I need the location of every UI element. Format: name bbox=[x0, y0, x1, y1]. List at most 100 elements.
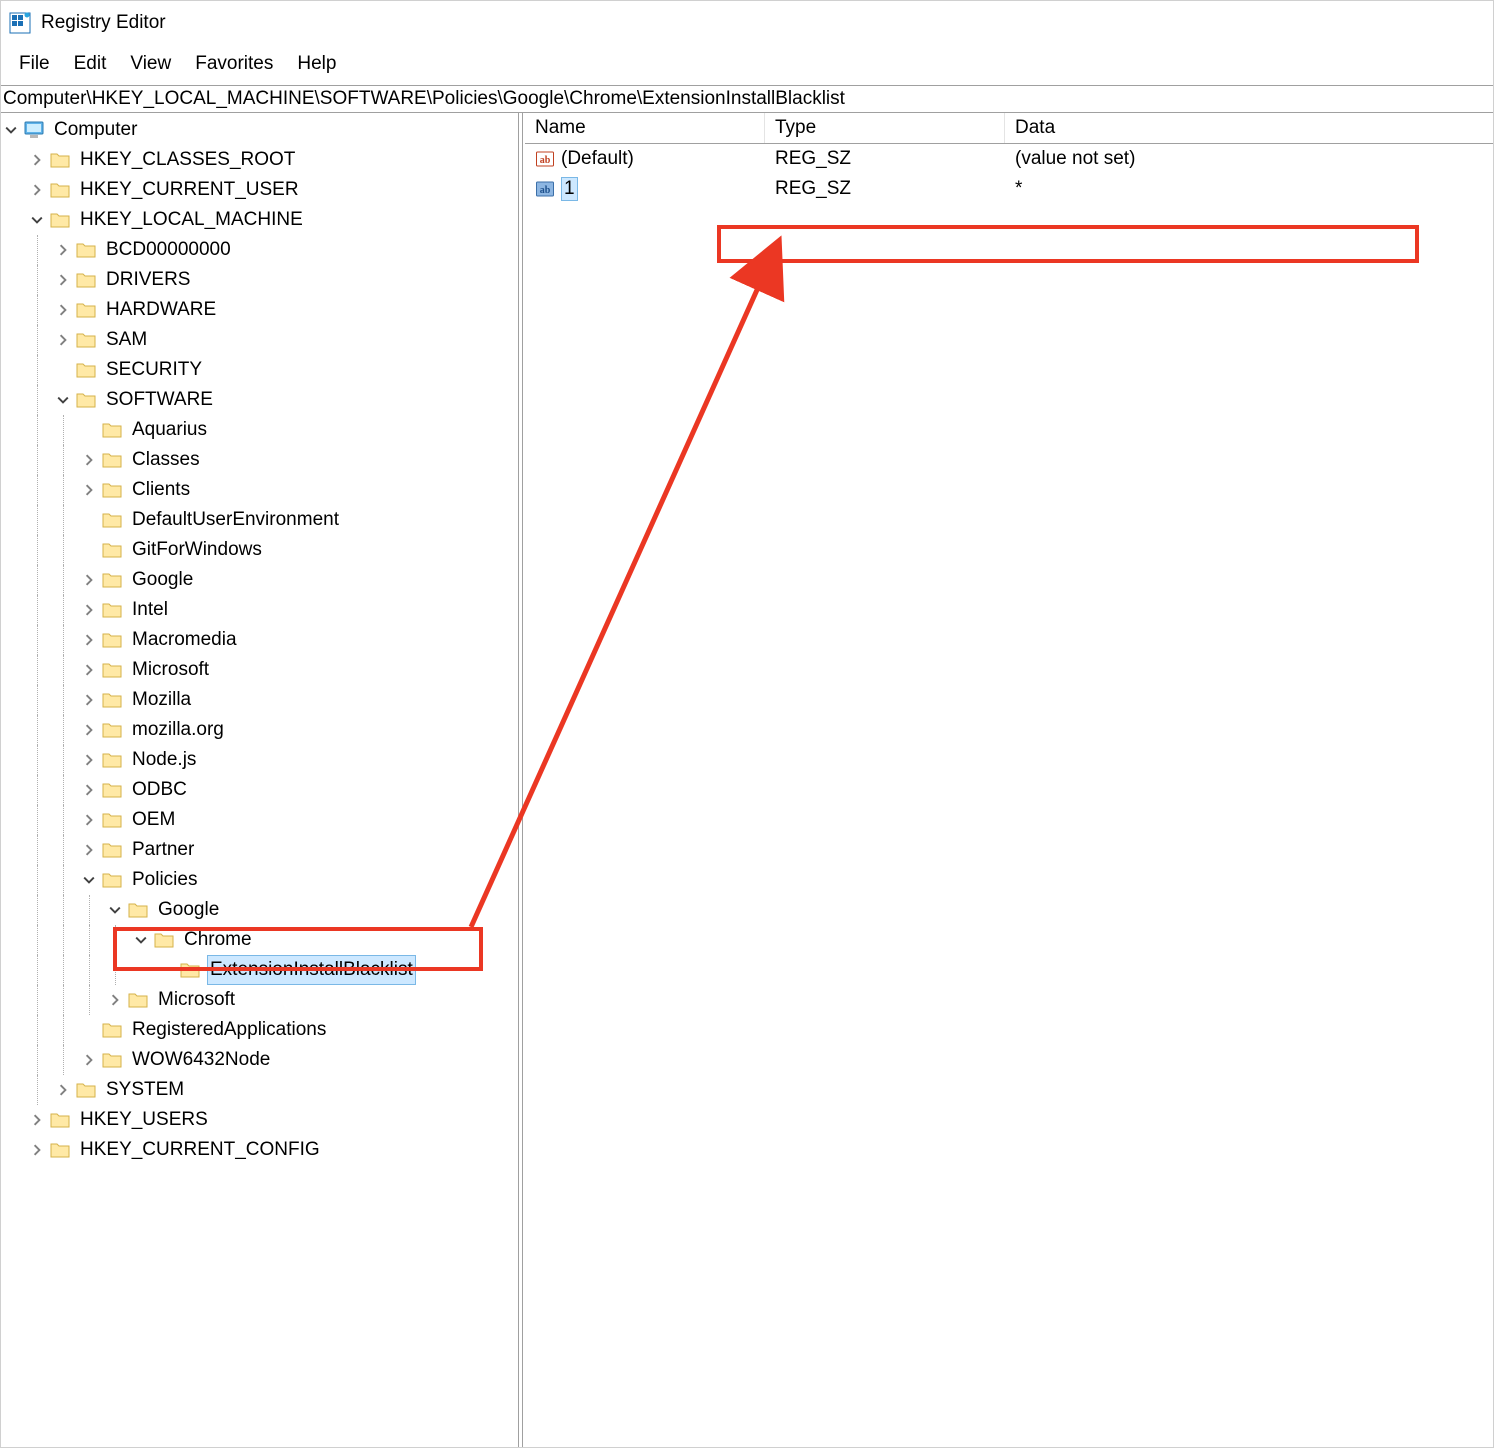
chevron-right-icon[interactable] bbox=[55, 332, 71, 348]
folder-icon bbox=[101, 869, 123, 891]
tree-item[interactable]: OEM bbox=[3, 805, 515, 835]
chevron-right-icon[interactable] bbox=[81, 722, 97, 738]
folder-icon bbox=[101, 479, 123, 501]
tree-item[interactable]: SOFTWARE bbox=[3, 385, 515, 415]
tree-item[interactable]: Policies bbox=[3, 865, 515, 895]
chevron-right-icon[interactable] bbox=[81, 662, 97, 678]
tree-item[interactable]: SYSTEM bbox=[3, 1075, 515, 1105]
values-pane[interactable]: Name Type Data ab(Default)REG_SZ(value n… bbox=[525, 113, 1493, 1447]
tree-item[interactable]: Macromedia bbox=[3, 625, 515, 655]
chevron-right-icon[interactable] bbox=[81, 602, 97, 618]
tree-item[interactable]: Classes bbox=[3, 445, 515, 475]
folder-icon bbox=[101, 539, 123, 561]
tree-item[interactable]: GitForWindows bbox=[3, 535, 515, 565]
menu-favorites[interactable]: Favorites bbox=[183, 49, 285, 79]
tree-item[interactable]: Computer bbox=[3, 115, 515, 145]
chevron-right-icon[interactable] bbox=[81, 1052, 97, 1068]
chevron-down-icon[interactable] bbox=[81, 872, 97, 888]
reg-sz-icon: ab bbox=[535, 149, 555, 169]
tree-item-label: Partner bbox=[129, 836, 197, 864]
menu-view[interactable]: View bbox=[118, 49, 183, 79]
chevron-right-icon[interactable] bbox=[29, 182, 45, 198]
tree-item-label: SECURITY bbox=[103, 356, 205, 384]
tree-item[interactable]: Microsoft bbox=[3, 655, 515, 685]
tree-item[interactable]: Node.js bbox=[3, 745, 515, 775]
chevron-right-icon[interactable] bbox=[81, 482, 97, 498]
tree-item-label: SOFTWARE bbox=[103, 386, 216, 414]
tree-item[interactable]: Mozilla bbox=[3, 685, 515, 715]
folder-icon bbox=[49, 149, 71, 171]
value-row[interactable]: ab1REG_SZ* bbox=[525, 174, 1493, 204]
tree-item[interactable]: ODBC bbox=[3, 775, 515, 805]
tree-item[interactable]: mozilla.org bbox=[3, 715, 515, 745]
folder-icon bbox=[49, 1139, 71, 1161]
chevron-right-icon[interactable] bbox=[81, 812, 97, 828]
chevron-right-icon[interactable] bbox=[55, 272, 71, 288]
folder-icon bbox=[101, 719, 123, 741]
tree-item[interactable]: Microsoft bbox=[3, 985, 515, 1015]
chevron-right-icon[interactable] bbox=[81, 572, 97, 588]
col-name[interactable]: Name bbox=[525, 113, 765, 143]
chevron-right-icon[interactable] bbox=[107, 992, 123, 1008]
tree-item[interactable]: HKEY_LOCAL_MACHINE bbox=[3, 205, 515, 235]
tree-item-label: Google bbox=[129, 566, 196, 594]
chevron-down-icon[interactable] bbox=[107, 902, 123, 918]
chevron-right-icon[interactable] bbox=[29, 152, 45, 168]
chevron-right-icon[interactable] bbox=[81, 632, 97, 648]
menu-edit[interactable]: Edit bbox=[62, 49, 119, 79]
tree-item[interactable]: DefaultUserEnvironment bbox=[3, 505, 515, 535]
chevron-down-icon[interactable] bbox=[29, 212, 45, 228]
tree-item[interactable]: Clients bbox=[3, 475, 515, 505]
tree-item[interactable]: HKEY_CURRENT_CONFIG bbox=[3, 1135, 515, 1165]
tree-item-label: ODBC bbox=[129, 776, 190, 804]
chevron-right-icon[interactable] bbox=[55, 302, 71, 318]
tree-item-label: HKEY_CURRENT_CONFIG bbox=[77, 1136, 323, 1164]
folder-icon bbox=[101, 1019, 123, 1041]
chevron-right-icon[interactable] bbox=[81, 782, 97, 798]
splitter[interactable] bbox=[517, 113, 525, 1447]
tree-item[interactable]: WOW6432Node bbox=[3, 1045, 515, 1075]
tree-item-label: Macromedia bbox=[129, 626, 240, 654]
col-type[interactable]: Type bbox=[765, 113, 1005, 143]
tree-item[interactable]: Intel bbox=[3, 595, 515, 625]
tree-item-label: HARDWARE bbox=[103, 296, 219, 324]
tree-pane[interactable]: ComputerHKEY_CLASSES_ROOTHKEY_CURRENT_US… bbox=[1, 113, 517, 1447]
tree-item[interactable]: BCD00000000 bbox=[3, 235, 515, 265]
folder-icon bbox=[101, 509, 123, 531]
chevron-right-icon[interactable] bbox=[81, 842, 97, 858]
regedit-icon bbox=[9, 12, 31, 34]
chevron-right-icon[interactable] bbox=[29, 1142, 45, 1158]
registry-tree[interactable]: ComputerHKEY_CLASSES_ROOTHKEY_CURRENT_US… bbox=[3, 115, 515, 1165]
menu-help[interactable]: Help bbox=[285, 49, 348, 79]
tree-item[interactable]: Google bbox=[3, 565, 515, 595]
title-bar: Registry Editor bbox=[1, 1, 1493, 45]
tree-item[interactable]: RegisteredApplications bbox=[3, 1015, 515, 1045]
tree-item-label: Classes bbox=[129, 446, 203, 474]
chevron-right-icon[interactable] bbox=[29, 1112, 45, 1128]
tree-item[interactable]: SAM bbox=[3, 325, 515, 355]
tree-item[interactable]: Google bbox=[3, 895, 515, 925]
folder-icon bbox=[49, 209, 71, 231]
chevron-right-icon[interactable] bbox=[81, 452, 97, 468]
chevron-down-icon[interactable] bbox=[3, 122, 19, 138]
tree-item[interactable]: HKEY_CLASSES_ROOT bbox=[3, 145, 515, 175]
tree-item[interactable]: DRIVERS bbox=[3, 265, 515, 295]
tree-item[interactable]: HARDWARE bbox=[3, 295, 515, 325]
menu-file[interactable]: File bbox=[7, 49, 62, 79]
value-row[interactable]: ab(Default)REG_SZ(value not set) bbox=[525, 144, 1493, 174]
tree-item[interactable]: Aquarius bbox=[3, 415, 515, 445]
tree-item[interactable]: HKEY_USERS bbox=[3, 1105, 515, 1135]
tree-item[interactable]: Partner bbox=[3, 835, 515, 865]
chevron-right-icon[interactable] bbox=[81, 752, 97, 768]
address-bar[interactable]: Computer\HKEY_LOCAL_MACHINE\SOFTWARE\Pol… bbox=[1, 86, 1493, 113]
folder-icon bbox=[101, 689, 123, 711]
tree-item[interactable]: HKEY_CURRENT_USER bbox=[3, 175, 515, 205]
folder-icon bbox=[75, 389, 97, 411]
chevron-right-icon[interactable] bbox=[55, 1082, 71, 1098]
chevron-right-icon[interactable] bbox=[81, 692, 97, 708]
folder-icon bbox=[101, 809, 123, 831]
chevron-down-icon[interactable] bbox=[55, 392, 71, 408]
tree-item[interactable]: SECURITY bbox=[3, 355, 515, 385]
col-data[interactable]: Data bbox=[1005, 113, 1493, 143]
chevron-right-icon[interactable] bbox=[55, 242, 71, 258]
